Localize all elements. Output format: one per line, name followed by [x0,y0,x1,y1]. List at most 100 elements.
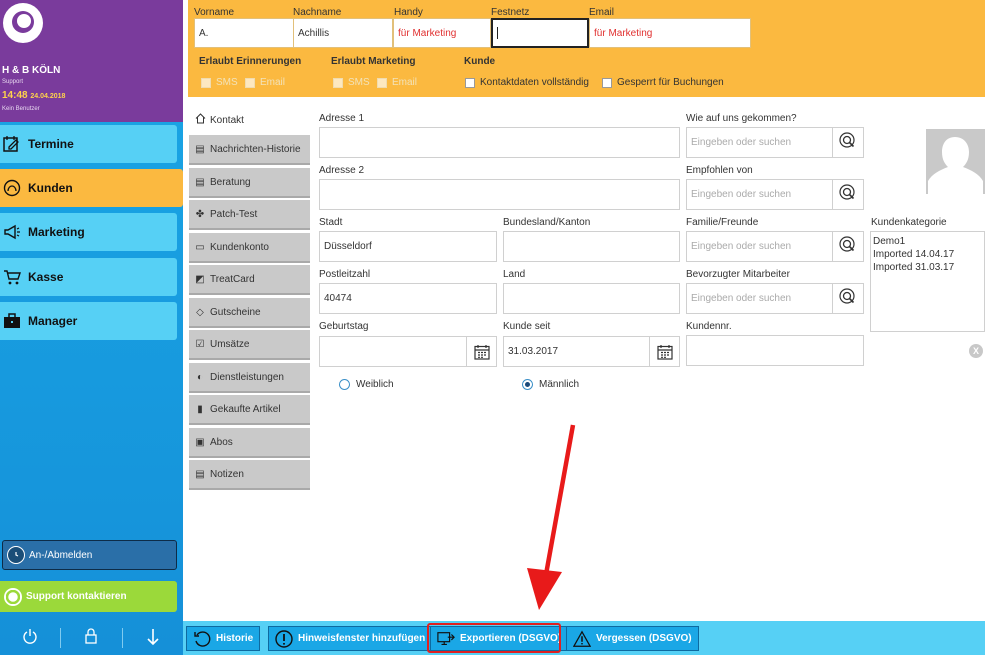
gesperrt-checkbox[interactable]: Gesperrt für Buchungen [602,77,724,88]
tab-dienstleistungen[interactable]: ◐ Dienstleistungen [189,363,310,393]
export-highlight-box [427,623,561,653]
kundennr-field[interactable] [686,335,864,366]
tab-notizen[interactable]: ▤ Notizen [189,460,310,490]
adresse1-field[interactable] [319,127,680,158]
search-button[interactable] [832,231,864,262]
kategorie-item[interactable]: Imported 31.03.17 [873,261,982,274]
nav-kasse[interactable]: Kasse [0,258,177,296]
search-button[interactable] [832,179,864,210]
historie-button[interactable]: Historie [186,626,261,651]
arrow-down-icon[interactable] [123,628,183,648]
nav-kasse-label: Kasse [28,270,64,284]
nav-termine[interactable]: Termine [0,125,177,163]
nav-marketing[interactable]: Marketing [0,213,177,251]
nachname-field[interactable]: Achillis [293,18,393,48]
tab-beratung[interactable]: ▤ Beratung [189,168,310,198]
handy-field[interactable]: für Marketing [393,18,491,48]
warning-icon [573,630,591,648]
tab-kontakt[interactable]: Kontakt [189,105,310,135]
current-user: Kein Benutzer [2,106,40,112]
clock-icon [7,546,25,564]
customer-avatar[interactable] [926,129,985,194]
stadt-field[interactable]: Düsseldorf [319,231,497,262]
salon-info-panel: H & B KÖLN Support 14:48 24.04.2018 Kein… [0,0,183,122]
marketing-sms-checkbox[interactable]: SMS [333,77,370,88]
gender-maennlich-radio[interactable]: Männlich [522,379,579,390]
briefcase-icon [2,311,22,331]
tab-patch-test[interactable]: ✤ Patch-Test [189,200,310,230]
erinnerung-email-checkbox[interactable]: Email [245,77,285,88]
festnetz-field[interactable] [491,18,589,48]
person-silhouette-icon [928,137,983,194]
support-contact-label: Support kontaktieren [26,591,127,602]
tab-kundenkonto[interactable]: ▭ Kundenkonto [189,233,310,263]
sidebar-footer [0,620,183,655]
clear-kategorie-icon[interactable]: X [969,344,983,358]
search-button[interactable] [832,283,864,314]
tab-abos[interactable]: ▣ Abos [189,428,310,458]
adresse1-label: Adresse 1 [319,113,365,124]
nav-manager[interactable]: Manager [0,302,177,340]
kontaktdaten-checkbox[interactable]: Kontaktdaten vollständig [465,77,589,88]
patch-icon: ✤ [195,208,205,220]
search-icon [839,184,857,205]
tab-gekaufte-artikel[interactable]: ▮ Gekaufte Artikel [189,395,310,425]
kategorie-label: Kundenkategorie [871,217,947,228]
customers-icon [2,178,22,198]
nav-manager-label: Manager [28,314,78,328]
gender-weiblich-radio[interactable]: Weiblich [339,379,394,390]
vergessen-dsgvo-button[interactable]: Vergessen (DSGVO) [566,626,699,651]
text-cursor [497,27,498,39]
login-logout-button[interactable]: An-/Abmelden [2,540,177,570]
kategorie-item[interactable]: Demo1 [873,235,982,248]
card-icon: ▭ [195,241,205,253]
mitarbeiter-label: Bevorzugter Mitarbeiter [686,269,790,280]
empfohlen-input[interactable]: Eingeben oder suchen [686,179,833,210]
adresse2-field[interactable] [319,179,680,210]
tab-umsaetze[interactable]: ☑ Umsätze [189,330,310,360]
checkbox-box [377,77,387,88]
maennlich-label: Männlich [539,379,580,390]
mitarbeiter-input[interactable]: Eingeben oder suchen [686,283,833,314]
marketing-email-checkbox[interactable]: Email [377,77,417,88]
email-label: Email [589,7,615,18]
wie-input[interactable]: Eingeben oder suchen [686,127,833,158]
familie-input[interactable]: Eingeben oder suchen [686,231,833,262]
vorname-field[interactable]: A. [194,18,294,48]
land-field[interactable] [503,283,680,314]
geburtstag-label: Geburtstag [319,321,369,332]
kategorie-item[interactable]: Imported 14.04.17 [873,248,982,261]
bundesland-field[interactable] [503,231,680,262]
tab-treatcard[interactable]: ◩ TreatCard [189,265,310,295]
kategorie-list[interactable]: Demo1 Imported 14.04.17 Imported 31.03.1… [870,231,985,332]
power-icon[interactable] [0,627,62,648]
tab-nachrichten-historie[interactable]: ▤ Nachrichten-Historie [189,135,310,165]
email-field[interactable]: für Marketing [589,18,751,48]
nachname-label: Nachname [293,7,342,18]
search-button[interactable] [832,127,864,158]
clock-time: 14:48 [2,90,28,101]
kundennr-label: Kundennr. [686,321,732,332]
tab-label: Abos [210,436,233,448]
checkbox-box [245,77,255,88]
erinnerungen-title: Erlaubt Erinnerungen [199,56,302,67]
nav-kunden[interactable]: Kunden [0,169,183,207]
info-alert-icon [275,629,293,648]
hinweisfenster-button[interactable]: Hinweisfenster hinzufügen [268,626,433,651]
nav-termine-label: Termine [28,137,74,151]
calendar-icon[interactable] [649,336,679,367]
support-contact-button[interactable]: Support kontaktieren [0,581,177,612]
handy-label: Handy [394,7,423,18]
calendar-edit-icon [2,134,22,154]
treatcard-icon: ◩ [195,273,205,285]
tab-gutscheine[interactable]: ◇ Gutscheine [189,298,310,328]
bottle-icon: ▮ [197,403,203,415]
checklist-icon: ☑ [195,338,205,350]
tab-label: Umsätze [210,338,250,350]
checkbox-box [465,77,475,88]
calendar-icon[interactable] [466,336,496,367]
plz-field[interactable]: 40474 [319,283,497,314]
land-label: Land [503,269,526,280]
lock-icon[interactable] [61,627,123,648]
erinnerung-sms-checkbox[interactable]: SMS [201,77,238,88]
